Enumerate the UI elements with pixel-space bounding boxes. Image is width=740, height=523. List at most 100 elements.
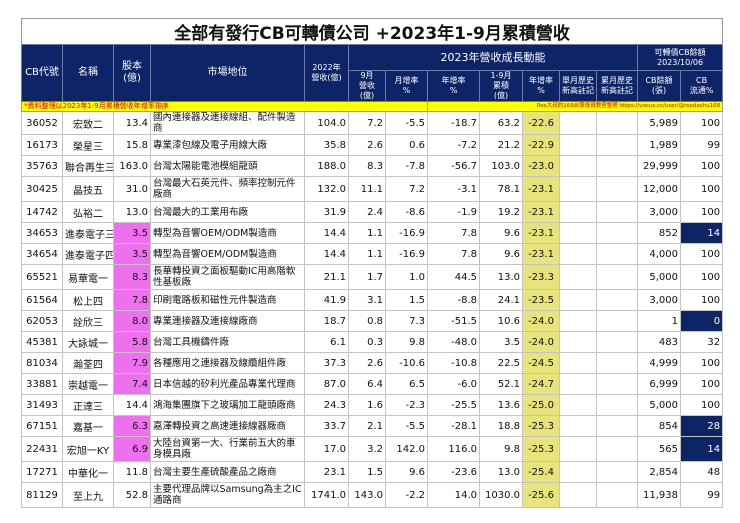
cell-mom: 9.8 (385, 331, 428, 353)
cell-ytdyoy: -23.1 (522, 243, 560, 265)
table-row: 14742 弘裕二 13.0 台灣最大的工業用布廠 31.9 2.4 -8.6 -1.9 19.… (21, 201, 724, 223)
table-row: 62053 詮欣三 8.0 專業連接器及連接線廠商 18.7 0.8 7.3 -51.5 10.… (21, 310, 724, 332)
cell-mom: -2.3 (385, 394, 428, 416)
cell-mom: -2.2 (385, 482, 428, 508)
cell-yoy: -6.0 (427, 373, 480, 395)
cell-mom: 1.0 (385, 264, 428, 290)
header-cum-high: 累月歷史 新高註記 (596, 70, 638, 102)
cell-cumhigh (596, 352, 638, 374)
cell-monthhigh (559, 201, 597, 223)
cell-monthhigh (559, 436, 597, 462)
cell-yoy: 14.0 (427, 482, 480, 508)
header-yoy: 年增率 % (427, 70, 480, 102)
cell-ytd: 19.2 (479, 201, 523, 223)
cell-code: 22431 (21, 436, 63, 462)
table-row: 31493 正達三 14.4 鴻海集團旗下之玻璃加工龍頭廠商 24.3 1.6 -2.3 -2… (21, 394, 724, 416)
cell-name: 易華電一 (62, 264, 114, 290)
cell-cumhigh (596, 264, 638, 290)
cell-capital: 11.8 (113, 461, 151, 483)
cell-cumhigh (596, 176, 638, 202)
table-row: 34654 進泰電子四 3.5 轉型為音響OEM/ODM製造商 14.4 1.1 -16.9… (21, 243, 724, 265)
cell-monthhigh (559, 352, 597, 374)
cell-market: 轉型為音響OEM/ODM製造商 (150, 222, 305, 244)
cell-market: 台灣主要生產硫酸產品之廠商 (150, 461, 305, 483)
cell-name: 中華化一 (62, 461, 114, 483)
cell-code: 67151 (21, 415, 63, 437)
cell-market: 大陸台資第一大、行業前五大的車身模具廠 (150, 436, 305, 462)
cell-cumhigh (596, 310, 638, 332)
cell-cbpct: 99 (679, 482, 724, 508)
cell-sep: 3.1 (348, 289, 386, 311)
cell-name: 至上九 (62, 482, 114, 508)
cell-rev2022: 23.1 (304, 461, 349, 483)
cell-capital: 8.0 (113, 310, 151, 332)
cell-yoy: -48.0 (427, 331, 480, 353)
cell-ytd: 13.0 (479, 264, 523, 290)
cell-capital: 15.8 (113, 134, 151, 156)
header-mom: 月增率 % (385, 70, 428, 102)
cell-cbbal: 12,000 (637, 176, 681, 202)
header-cb-balance: CB餘額 (張) (637, 70, 681, 102)
table-row: 22431 宏旭一KY 6.9 大陸台資第一大、行業前五大的車身模具廠 17.0 3.2 1… (21, 436, 724, 462)
cell-cumhigh (596, 243, 638, 265)
cell-cumhigh (596, 394, 638, 416)
cell-rev2022: 132.0 (304, 176, 349, 202)
cell-ytd: 9.8 (479, 436, 523, 462)
cell-cbbal: 5,989 (637, 111, 681, 135)
cell-rev2022: 24.3 (304, 394, 349, 416)
cell-mom: -5.5 (385, 415, 428, 437)
cell-rev2022: 188.0 (304, 155, 349, 177)
cell-rev2022: 18.7 (304, 310, 349, 332)
cell-sep: 0.3 (348, 331, 386, 353)
cell-sep: 2.6 (348, 352, 386, 374)
header-ytd: 1-9月 累積 (億) (479, 70, 523, 102)
cell-market: 國內連接器及連接線組、配件製造商 (150, 111, 305, 135)
cell-code: 81034 (21, 352, 63, 374)
cell-mom: 7.3 (385, 310, 428, 332)
cell-market: 各種應用之連接器及線纜組件廠 (150, 352, 305, 374)
cell-cumhigh (596, 436, 638, 462)
cell-ytd: 13.6 (479, 394, 523, 416)
cell-name: 進泰電子四 (62, 243, 114, 265)
cell-yoy: -56.7 (427, 155, 480, 177)
cell-ytdyoy: -23.0 (522, 155, 560, 177)
cell-monthhigh (559, 482, 597, 508)
cell-sep: 3.2 (348, 436, 386, 462)
cell-code: 81129 (21, 482, 63, 508)
cell-name: 崇越電一 (62, 373, 114, 395)
cell-ytd: 63.2 (479, 111, 523, 135)
cell-code: 65521 (21, 264, 63, 290)
cell-ytd: 21.2 (479, 134, 523, 156)
table-row: 81034 瀚荃四 7.9 各種應用之連接器及線纜組件廠 37.3 2.6 -10.6 -10… (21, 352, 724, 374)
cell-market: 台灣最大石英元件、頻率控制元件廠商 (150, 176, 305, 202)
cell-code: 30425 (21, 176, 63, 202)
table-row: 61564 松上四 7.8 印刷電路板和磁性元件製造商 41.9 3.1 1.5 -8.8 24… (21, 289, 724, 311)
cell-rev2022: 21.1 (304, 264, 349, 290)
cell-ytdyoy: -24.0 (522, 331, 560, 353)
cell-ytdyoy: -25.3 (522, 415, 560, 437)
cell-rev2022: 104.0 (304, 111, 349, 135)
cell-mom: 142.0 (385, 436, 428, 462)
cell-monthhigh (559, 289, 597, 311)
cell-ytd: 78.1 (479, 176, 523, 202)
cell-cbpct: 100 (679, 264, 724, 290)
table-row: 33881 崇越電一 7.4 日本信越的矽利光產品專業代理商 87.0 6.4 6.5 -6.… (21, 373, 724, 395)
cell-yoy: -51.5 (427, 310, 480, 332)
cell-code: 16173 (21, 134, 63, 156)
cell-cbbal: 854 (637, 415, 681, 437)
cell-ytdyoy: -25.4 (522, 461, 560, 483)
cell-cbpct: 0 (679, 310, 724, 332)
cell-name: 進泰電子三 (62, 222, 114, 244)
cell-cumhigh (596, 289, 638, 311)
cb-revenue-table: 全部有發行CB可轉債公司 +2023年1-9月累積營收 CB代號 名稱 股本 (… (20, 18, 724, 508)
cell-yoy: 7.8 (427, 222, 480, 244)
cell-ytdyoy: -23.1 (522, 201, 560, 223)
cell-cbbal: 3,000 (637, 201, 681, 223)
table-row: 16173 榮星三 15.8 專業漆包線及電子用線大廠 35.8 2.6 0.6 -7.2 21… (21, 134, 724, 156)
cell-sep: 1.6 (348, 394, 386, 416)
cell-capital: 7.4 (113, 373, 151, 395)
header-month-high: 單月歷史 新高註記 (559, 70, 597, 102)
cell-mom: -8.6 (385, 201, 428, 223)
cell-ytdyoy: -24.5 (522, 352, 560, 374)
cell-monthhigh (559, 243, 597, 265)
